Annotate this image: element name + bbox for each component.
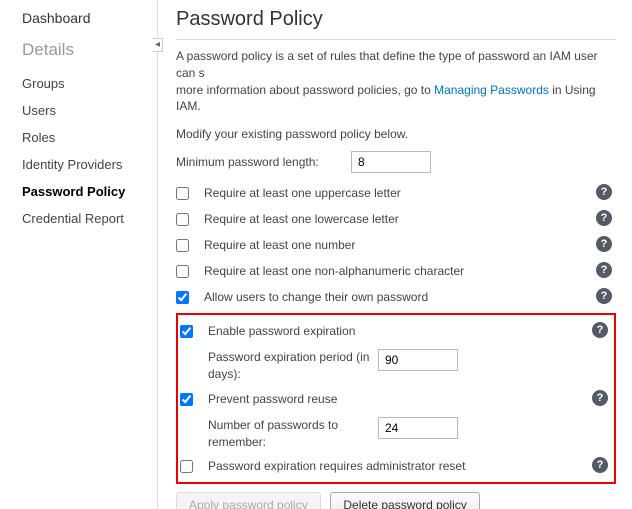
reuse-count-label: Number of passwords to remember: [208, 417, 378, 451]
desc-text-1: A password policy is a set of rules that… [176, 49, 598, 80]
nonalpha-checkbox[interactable] [176, 265, 189, 278]
main-content: Password Policy A password policy is a s… [158, 0, 632, 509]
userchange-label: Allow users to change their own password [204, 289, 616, 306]
expiration-period-label: Password expiration period (in days): [208, 349, 378, 383]
page-description: A password policy is a set of rules that… [176, 48, 616, 115]
admin-reset-label: Password expiration requires administrat… [208, 458, 612, 475]
delete-policy-button[interactable]: Delete password policy [330, 492, 479, 509]
sidebar-collapse-handle[interactable]: ◂ [153, 38, 163, 52]
reuse-count-input[interactable] [378, 417, 458, 439]
modify-instruction: Modify your existing password policy bel… [176, 127, 616, 141]
sidebar-item-roles[interactable]: Roles [22, 124, 157, 151]
min-length-label: Minimum password length: [176, 155, 351, 169]
number-checkbox[interactable] [176, 239, 189, 252]
uppercase-label: Require at least one uppercase letter [204, 185, 616, 202]
admin-reset-checkbox[interactable] [180, 460, 193, 473]
apply-policy-button: Apply password policy [176, 492, 321, 509]
desc-text-2: more information about password policies… [176, 83, 434, 97]
number-label: Require at least one number [204, 237, 616, 254]
sidebar-heading: Details [22, 40, 157, 60]
sidebar-item-credential-report[interactable]: Credential Report [22, 205, 157, 232]
reuse-label: Prevent password reuse [208, 391, 612, 408]
uppercase-checkbox[interactable] [176, 187, 189, 200]
page-title: Password Policy [176, 8, 616, 31]
expiration-period-input[interactable] [378, 349, 458, 371]
reuse-checkbox[interactable] [180, 393, 193, 406]
min-length-input[interactable] [351, 151, 431, 173]
nonalpha-label: Require at least one non-alphanumeric ch… [204, 263, 616, 280]
userchange-checkbox[interactable] [176, 291, 189, 304]
expiration-checkbox[interactable] [180, 325, 193, 338]
sidebar-dashboard[interactable]: Dashboard [22, 10, 157, 26]
sidebar-item-users[interactable]: Users [22, 97, 157, 124]
title-divider [176, 39, 616, 40]
managing-passwords-link[interactable]: Managing Passwords [434, 83, 549, 97]
expiration-label: Enable password expiration [208, 323, 612, 340]
highlighted-section: Enable password expiration ? Password ex… [176, 313, 616, 484]
sidebar-item-identity-providers[interactable]: Identity Providers [22, 151, 157, 178]
sidebar: Dashboard Details Groups Users Roles Ide… [0, 0, 158, 509]
lowercase-label: Require at least one lowercase letter [204, 211, 616, 228]
sidebar-item-password-policy[interactable]: Password Policy [22, 178, 157, 205]
help-icon[interactable]: ? [592, 390, 608, 406]
lowercase-checkbox[interactable] [176, 213, 189, 226]
sidebar-item-groups[interactable]: Groups [22, 70, 157, 97]
